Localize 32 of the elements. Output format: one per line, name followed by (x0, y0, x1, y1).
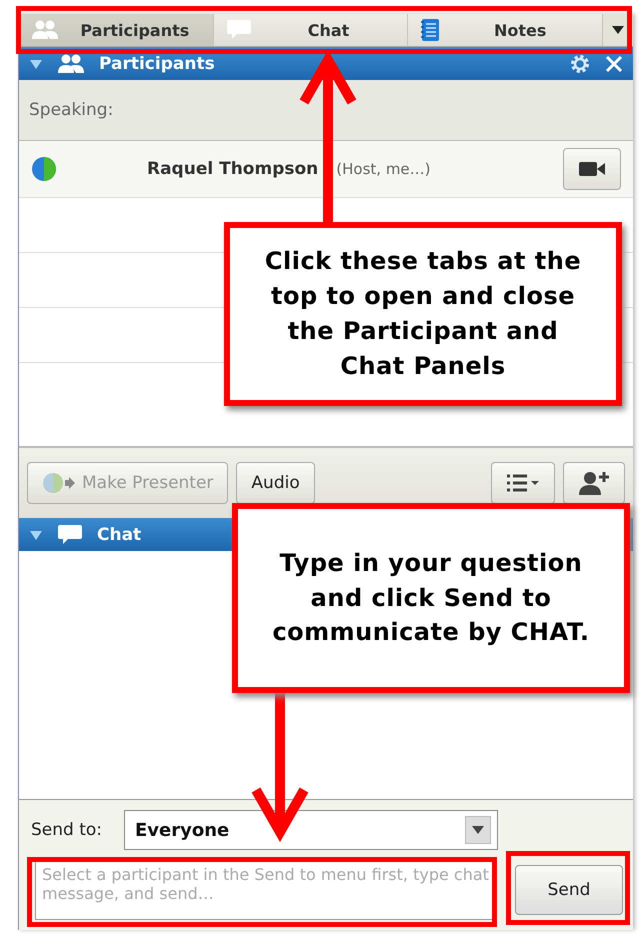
notebook-icon (420, 18, 440, 42)
participant-name: Raquel Thompson (147, 159, 318, 179)
send-button[interactable]: Send (515, 865, 623, 915)
callout-text: Type in your question and click Send to communicate by CHAT. (232, 503, 630, 693)
globe-arrow-icon (42, 472, 76, 494)
people-icon (57, 54, 85, 74)
people-icon (31, 20, 59, 40)
globe-icon (31, 156, 57, 182)
settings-icon[interactable] (569, 52, 591, 74)
send-to-label: Send to: (31, 820, 102, 840)
panel-tab[interactable]: Participants (19, 14, 214, 46)
list-icon (506, 473, 540, 493)
list-menu-button[interactable] (491, 462, 555, 504)
recipient-dropdown[interactable]: Everyone (124, 810, 498, 850)
collapse-icon[interactable] (29, 528, 43, 540)
speaking-label: Speaking: (29, 100, 114, 120)
panel-tab[interactable]: Notes (408, 14, 604, 46)
close-icon[interactable] (605, 54, 623, 72)
participant-role: (Host, me…) (336, 160, 432, 178)
panel-tab[interactable]: Chat (214, 14, 408, 46)
video-button[interactable] (563, 148, 621, 190)
add-person-icon (578, 470, 610, 496)
dropdown-button[interactable] (465, 816, 492, 844)
caret-icon (472, 826, 484, 834)
video-camera-icon (578, 160, 606, 178)
caret-icon (612, 26, 624, 34)
collapse-icon[interactable] (29, 58, 43, 70)
audio-button[interactable]: Audio (236, 462, 315, 504)
speech-bubble-icon (226, 19, 252, 41)
speech-bubble-icon (57, 524, 83, 546)
callout-text: Click these tabs at the top to open and close the Participant and Chat Panels (224, 222, 622, 406)
add-person-button[interactable] (563, 462, 625, 504)
